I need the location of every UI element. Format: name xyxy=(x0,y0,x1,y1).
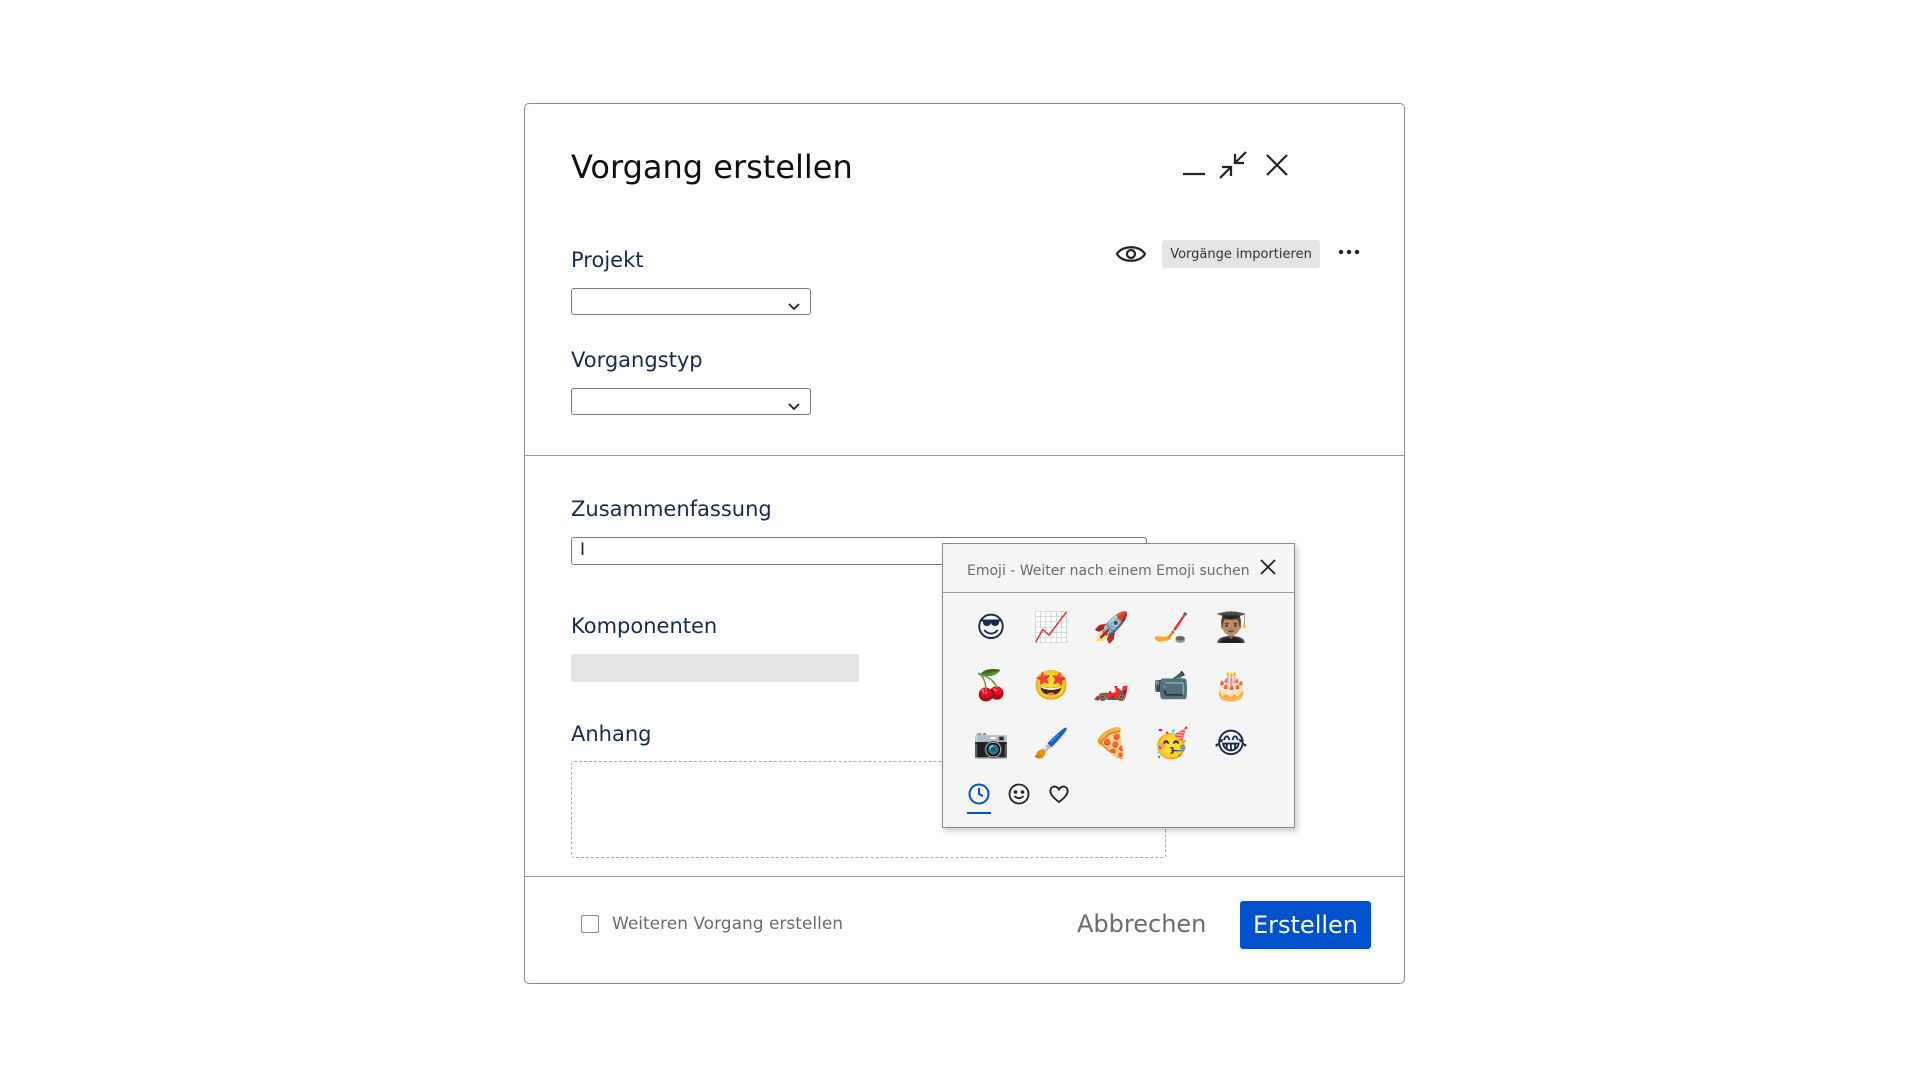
emoji-button[interactable]: 📷 xyxy=(961,714,1021,772)
emoji-button[interactable]: 😎 xyxy=(961,598,1021,656)
footer-divider xyxy=(525,876,1404,877)
checkbox-box[interactable] xyxy=(581,915,599,933)
issue-type-label: Vorgangstyp xyxy=(571,348,703,372)
import-issues-button[interactable]: Vorgänge importieren xyxy=(1162,240,1320,268)
emoji-button[interactable]: 🍒 xyxy=(961,656,1021,714)
components-field[interactable] xyxy=(571,654,859,682)
recent-icon[interactable] xyxy=(965,780,993,814)
emoji-button[interactable]: 🚀 xyxy=(1081,598,1141,656)
close-icon[interactable] xyxy=(1260,559,1276,579)
project-label: Projekt xyxy=(571,248,644,272)
create-button[interactable]: Erstellen xyxy=(1240,901,1371,949)
emoji-category-tabs xyxy=(965,780,1073,814)
create-another-label: Weiteren Vorgang erstellen xyxy=(612,914,844,934)
emoji-button[interactable]: 🖌️ xyxy=(1021,714,1081,772)
more-icon[interactable] xyxy=(1337,244,1361,258)
summary-input-value: I xyxy=(580,540,586,560)
emoji-button[interactable]: 📈 xyxy=(1021,598,1081,656)
emoji-grid: 😎 📈 🚀 🏒 👨🏽‍🎓 🍒 🤩 🏎️ 📹 🎂 📷 🖌️ 🍕 🥳 😂 xyxy=(961,598,1261,772)
create-another-checkbox[interactable]: Weiteren Vorgang erstellen xyxy=(581,914,843,934)
emoji-button[interactable]: 👨🏽‍🎓 xyxy=(1201,598,1261,656)
eye-icon[interactable] xyxy=(1115,242,1147,266)
emoji-button[interactable]: 🏒 xyxy=(1141,598,1201,656)
emoji-button[interactable]: 🤩 xyxy=(1021,656,1081,714)
emoji-search-input[interactable]: Emoji - Weiter nach einem Emoji suchen xyxy=(967,563,1250,579)
section-divider xyxy=(525,455,1404,456)
summary-label: Zusammenfassung xyxy=(571,497,772,521)
collapse-icon[interactable] xyxy=(1217,150,1249,180)
emoji-button[interactable]: 🍕 xyxy=(1081,714,1141,772)
attachment-label: Anhang xyxy=(571,722,652,746)
emoji-button[interactable]: 😂 xyxy=(1201,714,1261,772)
chevron-down-icon xyxy=(788,396,800,415)
project-select[interactable] xyxy=(571,288,811,315)
components-label: Komponenten xyxy=(571,614,718,638)
close-icon[interactable] xyxy=(1263,150,1291,180)
cancel-button[interactable]: Abbrechen xyxy=(1077,910,1206,938)
emoji-button[interactable]: 🏎️ xyxy=(1081,656,1141,714)
emoji-picker: Emoji - Weiter nach einem Emoji suchen 😎… xyxy=(942,543,1295,828)
chevron-down-icon xyxy=(788,296,800,315)
emoji-button[interactable]: 📹 xyxy=(1141,656,1201,714)
issue-type-select[interactable] xyxy=(571,388,811,415)
dialog-title: Vorgang erstellen xyxy=(571,148,853,186)
emoji-picker-header: Emoji - Weiter nach einem Emoji suchen xyxy=(943,544,1294,593)
emoji-button[interactable]: 🎂 xyxy=(1201,656,1261,714)
emoji-button[interactable]: 🥳 xyxy=(1141,714,1201,772)
smiley-icon[interactable] xyxy=(1005,780,1033,812)
heart-icon[interactable] xyxy=(1045,780,1073,812)
minimize-icon[interactable] xyxy=(1180,150,1208,180)
